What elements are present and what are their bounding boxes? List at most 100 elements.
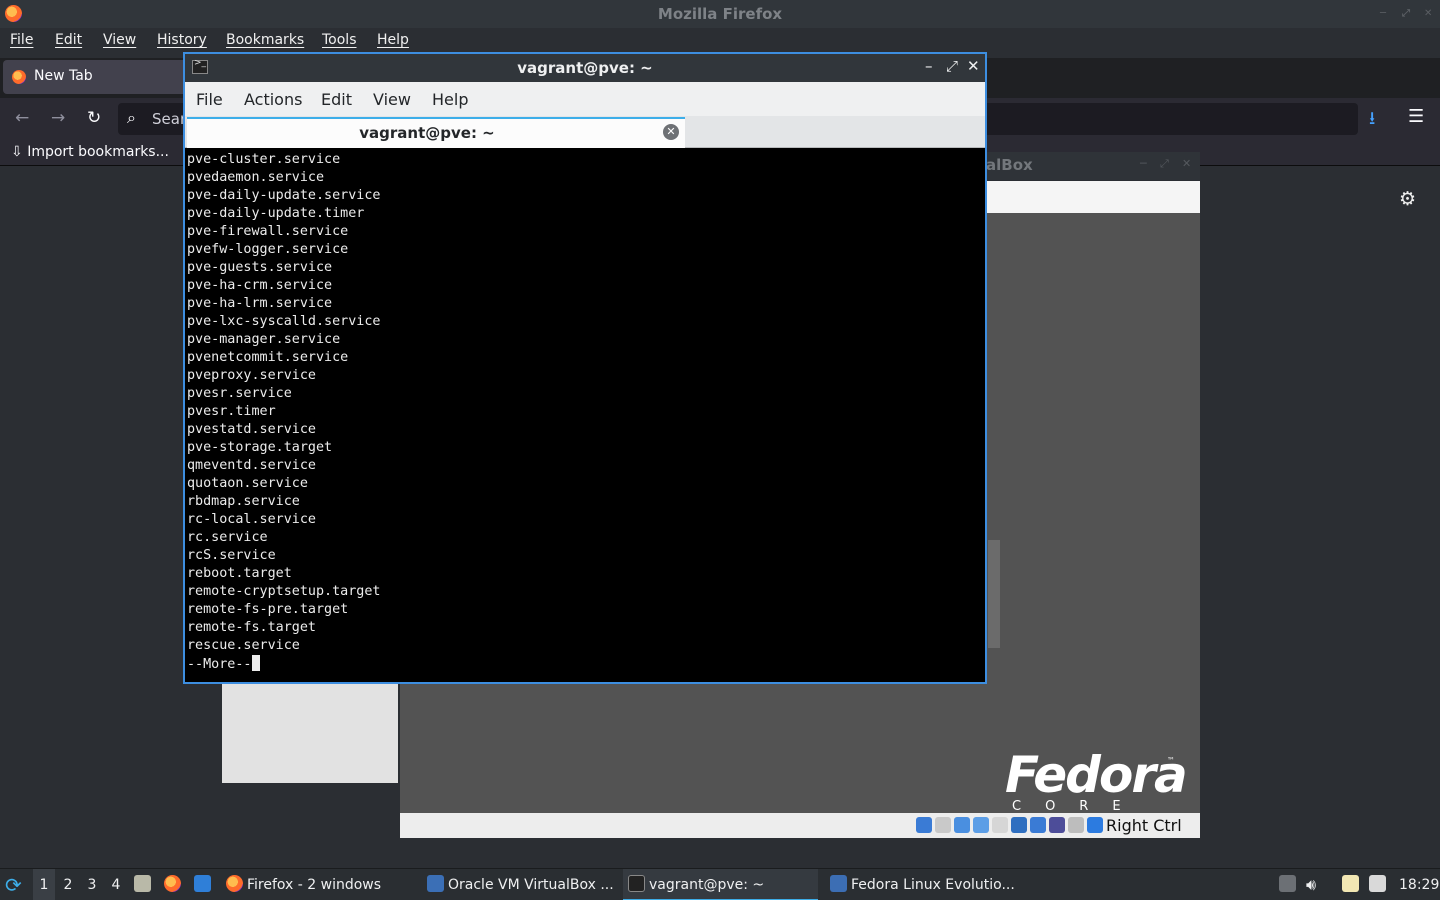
host-key-label: Right Ctrl: [1106, 816, 1182, 835]
firefox-logo-icon: [5, 5, 22, 22]
terminal-window-title: vagrant@pve: ~: [517, 59, 653, 77]
menu-edit[interactable]: Edit: [55, 32, 82, 48]
back-arrow-icon[interactable]: ←: [15, 108, 29, 128]
tray-notes[interactable]: [1342, 869, 1363, 900]
import-bookmarks-link[interactable]: ⇩ Import bookmarks...: [11, 144, 169, 160]
task-fedora-label: Fedora Linux Evolutio...: [851, 877, 1015, 893]
terminal-close-icon[interactable]: ✕: [967, 57, 980, 75]
audio-icon[interactable]: [954, 817, 970, 833]
task-firefox[interactable]: Firefox - 2 windows: [226, 869, 416, 900]
vb-close-icon[interactable]: ✕: [1182, 157, 1191, 170]
terminal-titlebar: vagrant@pve: ~ – ⤢ ✕: [185, 54, 985, 82]
tab-close-icon[interactable]: ✕: [663, 124, 679, 140]
search-icon: ⌕: [127, 108, 136, 127]
terminal-line: pve-daily-update.timer: [187, 206, 365, 221]
mouse-integration-icon[interactable]: [1087, 817, 1103, 833]
terminal-line: pvedaemon.service: [187, 170, 325, 185]
firefox-favicon-icon: [12, 70, 26, 84]
notes-icon: [1342, 875, 1359, 892]
terminal-line: pve-manager.service: [187, 332, 341, 347]
menu-file[interactable]: File: [10, 32, 33, 48]
minimize-icon[interactable]: ─: [1380, 0, 1386, 28]
volume-icon[interactable]: 🔊︎: [1306, 869, 1316, 900]
fedora-logo: Fedora: [1005, 746, 1188, 804]
pager-prompt: --More--: [187, 657, 252, 672]
task-terminal-label: vagrant@pve: ~: [649, 877, 765, 893]
clock[interactable]: 18:29: [1399, 869, 1439, 900]
firefox-titlebar: Mozilla Firefox ─ ⤢ ✕: [0, 0, 1440, 28]
terminal-line: pvefw-logger.service: [187, 242, 349, 257]
tray-clipboard[interactable]: [1279, 869, 1300, 900]
recording-icon[interactable]: [1049, 817, 1065, 833]
terminal-menu-edit[interactable]: Edit: [321, 90, 352, 109]
download-icon[interactable]: ⭳: [1369, 106, 1375, 136]
terminal-line: rc-local.service: [187, 512, 316, 527]
vm-scrollbar[interactable]: [988, 540, 1000, 648]
workspace-4[interactable]: 4: [105, 869, 127, 900]
menu-help[interactable]: Help: [377, 32, 409, 48]
workspace-2[interactable]: 2: [57, 869, 79, 900]
workspace-1[interactable]: 1: [33, 869, 55, 900]
terminal-tab[interactable]: vagrant@pve: ~ ✕: [187, 117, 685, 148]
shared-folders-icon[interactable]: [1011, 817, 1027, 833]
terminal-maximize-icon[interactable]: ⤢: [946, 57, 958, 75]
gear-icon[interactable]: ⚙: [1399, 188, 1416, 210]
vm-status-bar: Right Ctrl: [400, 813, 1200, 838]
terminal-line: rbdmap.service: [187, 494, 300, 509]
terminal-line: pve-ha-crm.service: [187, 278, 333, 293]
hamburger-menu-icon[interactable]: ☰: [1408, 106, 1424, 127]
hard-disk-icon[interactable]: [916, 817, 932, 833]
vb-minimize-icon[interactable]: ─: [1140, 157, 1147, 170]
network-icon[interactable]: [973, 817, 989, 833]
usb-icon[interactable]: [992, 817, 1008, 833]
terminal-output[interactable]: pve-cluster.service pvedaemon.service pve-…: [185, 148, 985, 682]
menu-history[interactable]: History: [157, 32, 207, 48]
task-fedora-vm[interactable]: Fedora Linux Evolutio...: [830, 869, 1030, 900]
display-icon[interactable]: [1030, 817, 1046, 833]
terminal-line: remote-fs-pre.target: [187, 602, 349, 617]
terminal-minimize-icon[interactable]: –: [925, 57, 933, 75]
forward-arrow-icon[interactable]: →: [51, 108, 65, 128]
terminal-menu-view[interactable]: View: [373, 90, 411, 109]
menu-view[interactable]: View: [103, 32, 136, 48]
terminal-line: pvestatd.service: [187, 422, 316, 437]
terminal-line: qmeventd.service: [187, 458, 316, 473]
menu-bookmarks[interactable]: Bookmarks: [226, 32, 304, 48]
terminal-menu-help[interactable]: Help: [432, 90, 468, 109]
virtualbox-side-pane: [222, 683, 398, 783]
optical-drive-icon[interactable]: [935, 817, 951, 833]
desktop-launcher[interactable]: [194, 869, 215, 900]
tab-new-tab[interactable]: New Tab: [3, 60, 203, 94]
terminal-menu-file[interactable]: File: [196, 90, 223, 109]
terminal-line: pve-firewall.service: [187, 224, 349, 239]
close-icon[interactable]: ✕: [1424, 0, 1432, 28]
menu-tools[interactable]: Tools: [322, 32, 357, 48]
reload-icon[interactable]: ↻: [87, 108, 101, 128]
cpu-icon[interactable]: [1068, 817, 1084, 833]
task-virtualbox[interactable]: Oracle VM VirtualBox ...: [427, 869, 617, 900]
pager-prompt-line: --More--: [187, 655, 380, 673]
terminal-line: rescue.service: [187, 638, 300, 653]
terminal-tab-title: vagrant@pve: ~: [359, 124, 495, 142]
tray-display[interactable]: [1369, 869, 1390, 900]
terminal-line: pve-storage.target: [187, 440, 333, 455]
terminal-menu-actions[interactable]: Actions: [244, 90, 302, 109]
terminal-line: pve-cluster.service: [187, 152, 341, 167]
file-manager-launcher[interactable]: [134, 869, 155, 900]
fedora-trademark: ™: [1167, 756, 1175, 765]
task-terminal[interactable]: vagrant@pve: ~: [623, 869, 818, 900]
application-launcher-icon[interactable]: ⟳: [5, 869, 22, 900]
virtualbox-toolbar: [984, 181, 1200, 213]
file-manager-icon: [134, 875, 151, 892]
firefox-task-icon: [226, 875, 243, 892]
firefox-launcher[interactable]: [164, 869, 185, 900]
terminal-window: vagrant@pve: ~ – ⤢ ✕ File Actions Edit V…: [183, 52, 987, 684]
firefox-icon: [164, 875, 181, 892]
terminal-line: remote-fs.target: [187, 620, 316, 635]
vb-maximize-icon[interactable]: ⤢: [1160, 157, 1169, 171]
terminal-task-icon: [628, 875, 645, 892]
virtualbox-task-icon: [427, 875, 444, 892]
maximize-icon[interactable]: ⤢: [1402, 0, 1410, 28]
workspace-3[interactable]: 3: [81, 869, 103, 900]
clipboard-icon: [1279, 875, 1296, 892]
